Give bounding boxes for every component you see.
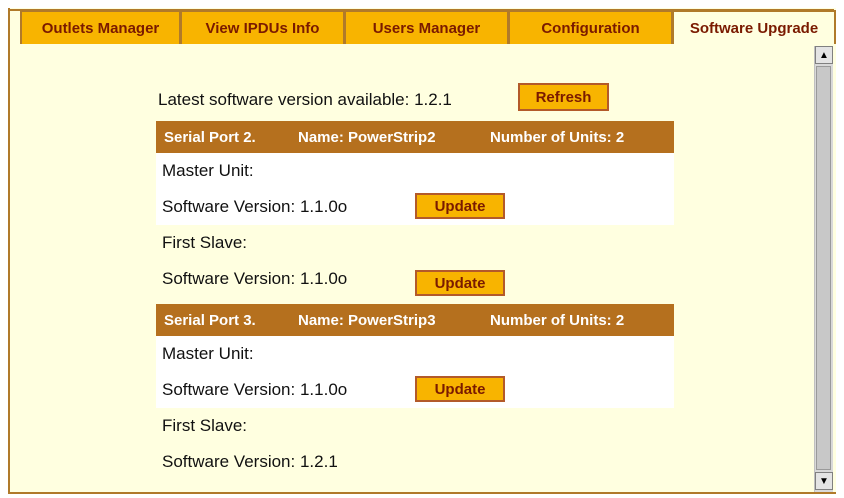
tab-view-ipdus-info[interactable]: View IPDUs Info — [180, 10, 344, 44]
panel-header: Serial Port 2. Name: PowerStrip2 Number … — [156, 121, 674, 153]
scrollbar-thumb[interactable] — [816, 66, 831, 470]
strip-name-label: Name: PowerStrip3 — [298, 311, 436, 329]
refresh-button[interactable]: Refresh — [518, 83, 609, 111]
first-slave-label: First Slave: — [162, 416, 248, 435]
tab-users-manager[interactable]: Users Manager — [344, 10, 508, 44]
slave-version-text: Software Version: 1.2.1 — [162, 452, 338, 471]
update-slave-button[interactable]: Update — [415, 270, 505, 296]
update-master-button[interactable]: Update — [415, 376, 505, 402]
master-version-text: Software Version: 1.1.0o — [162, 380, 348, 399]
latest-version-text: Latest software version available: 1.2.1 — [158, 90, 452, 109]
master-unit-label: Master Unit: — [162, 161, 254, 180]
slave-version-row: Software Version: 1.2.1 — [156, 444, 674, 480]
strip-name-label: Name: PowerStrip2 — [298, 128, 436, 146]
tab-configuration[interactable]: Configuration — [508, 10, 672, 44]
master-unit-row: Master Unit: — [156, 336, 674, 372]
first-slave-row: First Slave: — [156, 225, 674, 261]
tab-software-upgrade[interactable]: Software Upgrade — [672, 10, 836, 44]
update-master-button[interactable]: Update — [415, 193, 505, 219]
master-unit-row: Master Unit: — [156, 153, 674, 189]
serial-port-label: Serial Port 3. — [164, 311, 256, 329]
scroll-down-arrow-icon[interactable]: ▼ — [815, 472, 833, 490]
tab-outlets-manager[interactable]: Outlets Manager — [20, 10, 180, 44]
units-count-label: Number of Units: 2 — [490, 128, 625, 146]
vertical-scrollbar[interactable]: ▲ ▼ — [814, 46, 833, 492]
panel-header: Serial Port 3. Name: PowerStrip3 Number … — [156, 304, 674, 336]
first-slave-label: First Slave: — [162, 233, 248, 252]
slave-version-text: Software Version: 1.1.0o — [162, 269, 348, 288]
master-unit-label: Master Unit: — [162, 344, 254, 363]
master-version-text: Software Version: 1.1.0o — [162, 197, 348, 216]
units-count-label: Number of Units: 2 — [490, 311, 625, 329]
scroll-up-arrow-icon[interactable]: ▲ — [815, 46, 833, 64]
tab-bar: Outlets Manager View IPDUs Info Users Ma… — [20, 10, 836, 44]
first-slave-row: First Slave: — [156, 408, 674, 444]
serial-port-label: Serial Port 2. — [164, 128, 256, 146]
